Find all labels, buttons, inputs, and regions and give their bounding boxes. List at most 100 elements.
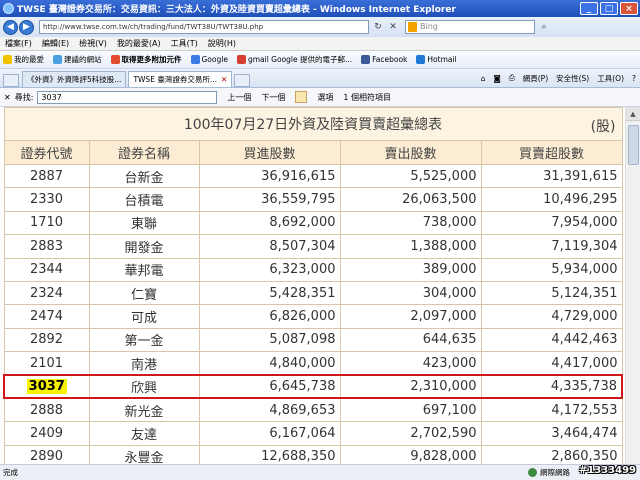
close-button[interactable]: × <box>620 2 638 15</box>
cell-stock-name: 東聯 <box>88 210 200 236</box>
cell-stock-name: 欣興 <box>88 373 200 400</box>
tab-twse[interactable]: TWSE 臺灣證券交易所... ✕ <box>128 71 233 87</box>
find-close-icon[interactable]: ✕ <box>4 93 11 102</box>
minimize-button[interactable]: _ <box>580 2 598 15</box>
cell-buy-shares: 6,167,064 <box>198 421 341 446</box>
menu-edit[interactable]: 編輯(E) <box>42 38 69 49</box>
security-zone: 網際網路 <box>528 467 570 478</box>
cell-buy-shares: 4,869,653 <box>198 397 341 423</box>
cell-stock-name: 華邦電 <box>88 257 200 282</box>
cell-buy-shares: 6,323,000 <box>198 257 341 282</box>
quick-tabs-icon[interactable] <box>3 74 19 87</box>
new-tab-icon[interactable] <box>234 74 251 87</box>
fav-gmail[interactable]: gmail Google 提供的電子郵... <box>236 54 352 65</box>
cell-stock-code: 2324 <box>3 280 90 306</box>
favorites-button[interactable]: 我的最愛 <box>3 54 44 65</box>
scroll-up-icon[interactable]: ▲ <box>626 107 640 121</box>
star-icon <box>3 55 12 64</box>
find-input[interactable]: 3037 <box>37 90 218 104</box>
menu-file[interactable]: 檔案(F) <box>5 38 32 49</box>
menu-help[interactable]: 說明(H) <box>208 38 236 49</box>
cell-stock-code: 2883 <box>3 234 90 259</box>
vertical-scrollbar[interactable]: ▲ <box>625 107 640 464</box>
table-row: 2883 開發金 8,507,304 1,388,000 7,119,304 <box>3 234 623 259</box>
cell-stock-code: 2892 <box>3 327 90 353</box>
cell-stock-name: 仁寶 <box>88 280 200 306</box>
tab-close-icon[interactable]: ✕ <box>221 75 227 84</box>
search-icon[interactable]: ⌕ <box>538 21 550 33</box>
scroll-thumb[interactable] <box>628 125 639 165</box>
cell-net-shares: 4,729,000 <box>480 304 623 329</box>
cell-stock-code: 1710 <box>3 210 90 236</box>
search-input[interactable]: Bing <box>405 20 535 34</box>
stock-code-text: 2887 <box>29 168 64 184</box>
cell-stock-name: 開發金 <box>88 234 200 259</box>
find-prev-button[interactable]: 上一個 <box>227 92 251 103</box>
cell-buy-shares: 6,645,738 <box>198 373 341 400</box>
cell-buy-shares: 8,507,304 <box>198 234 341 259</box>
fav-google[interactable]: Google <box>190 55 228 64</box>
cell-stock-code: 3037 <box>3 373 90 400</box>
fav-label: Google <box>201 55 228 64</box>
cmd-tools[interactable]: 工具(O) <box>597 73 624 84</box>
fav-addons[interactable]: 取得更多附加元件 <box>110 54 182 65</box>
stock-code-text: 2409 <box>29 425 64 441</box>
table-row: 2330 台積電 36,559,795 26,063,500 10,496,295 <box>3 187 623 212</box>
header-buy-shares: 買進股數 <box>198 140 341 165</box>
home-icon[interactable]: ⌂ <box>481 74 486 83</box>
cell-sell-shares: 644,635 <box>339 327 482 353</box>
menu-view[interactable]: 檢視(V) <box>79 38 107 49</box>
stock-code-text: 2890 <box>29 449 64 464</box>
window-title: TWSE 臺灣證券交易所：交易資訊：三大法人：外資及陸資買賣超彙總表 - Win… <box>17 5 456 15</box>
forward-icon[interactable]: ▶ <box>19 19 34 35</box>
cell-sell-shares: 304,000 <box>339 280 482 306</box>
favorites-bar: 我的最愛 建議的網站 取得更多附加元件 Google gmail Google … <box>0 51 640 69</box>
fav-hotmail[interactable]: Hotmail <box>416 55 457 64</box>
stop-icon[interactable]: ✕ <box>387 21 399 33</box>
tab-news[interactable]: 《外資》外資降評5科技股... <box>22 71 127 87</box>
cmd-safety[interactable]: 安全性(S) <box>556 73 589 84</box>
header-stock-code: 證券代號 <box>3 140 90 165</box>
table-row: 2101 南港 4,840,000 423,000 4,417,000 <box>3 351 623 376</box>
fav-suggested-sites[interactable]: 建議的網站 <box>53 54 102 65</box>
fav-label: Facebook <box>372 55 408 64</box>
cell-stock-code: 2330 <box>3 187 90 212</box>
fav-facebook[interactable]: Facebook <box>361 55 407 64</box>
fav-label: Hotmail <box>427 55 457 64</box>
refresh-icon[interactable]: ↻ <box>372 21 384 33</box>
menu-tools[interactable]: 工具(T) <box>171 38 198 49</box>
header-row: 證券代號 證券名稱 買進股數 賣出股數 買賣超股數 <box>3 140 623 165</box>
address-bar: ◀ ▶ http://www.twse.com.tw/ch/trading/fu… <box>0 17 640 37</box>
cell-sell-shares: 5,525,000 <box>339 163 482 189</box>
cell-stock-code: 2888 <box>3 397 90 423</box>
page-icon <box>53 55 62 64</box>
ie-icon <box>3 3 14 14</box>
report-title: 100年07月27日外資及陸資買賣超彙總表 <box>183 117 443 133</box>
hotmail-icon <box>416 55 426 64</box>
cell-sell-shares: 738,000 <box>339 210 482 236</box>
cell-sell-shares: 1,388,000 <box>339 234 482 259</box>
gmail-icon <box>236 55 246 64</box>
feeds-icon[interactable]: ◙ <box>493 74 500 83</box>
fav-label: 取得更多附加元件 <box>121 55 182 64</box>
back-icon[interactable]: ◀ <box>3 19 18 35</box>
print-icon[interactable]: ⎙ <box>509 73 515 83</box>
url-input[interactable]: http://www.twse.com.tw/ch/trading/fund/T… <box>39 20 369 34</box>
stock-code-text: 2324 <box>29 285 64 301</box>
table-row: 2892 第一金 5,087,098 644,635 4,442,463 <box>3 327 623 353</box>
cell-sell-shares: 423,000 <box>339 351 482 376</box>
help-icon[interactable]: ? <box>632 74 636 83</box>
globe-icon <box>528 468 537 477</box>
find-next-button[interactable]: 下一個 <box>261 92 285 103</box>
find-options-button[interactable]: 選項 <box>317 92 333 103</box>
maximize-button[interactable]: □ <box>600 2 618 15</box>
zone-label: 網際網路 <box>540 468 570 477</box>
stock-code-text: 2892 <box>29 332 64 348</box>
highlight-icon[interactable] <box>295 91 308 103</box>
menu-favorites[interactable]: 我的最愛(A) <box>117 38 161 49</box>
report-title-row: 100年07月27日外資及陸資買賣超彙總表 (股) <box>3 107 623 141</box>
command-bar: ⌂ ◙ ⎙ 網頁(P) 安全性(S) 工具(O) ? <box>473 69 640 87</box>
cmd-page[interactable]: 網頁(P) <box>523 73 548 84</box>
report-table: 100年07月27日外資及陸資買賣超彙總表 (股) 證券代號 證券名稱 買進股數… <box>3 107 623 464</box>
menu-bar: 檔案(F) 編輯(E) 檢視(V) 我的最愛(A) 工具(T) 說明(H) <box>0 37 640 51</box>
